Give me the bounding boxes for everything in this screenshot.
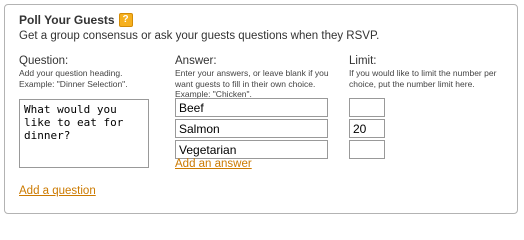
- answer-input-3[interactable]: [175, 140, 328, 159]
- limit-input-2[interactable]: [349, 119, 385, 138]
- answer-help-line-1: Enter your answers, or leave blank if yo…: [175, 68, 329, 78]
- poll-subtitle: Get a group consensus or ask your guests…: [19, 30, 380, 42]
- limit-help-line-1: If you would like to limit the number pe…: [349, 68, 497, 78]
- answer-help-line-2: want guests to fill in their own choice.: [175, 78, 316, 89]
- answer-help-text: Enter your answers, or leave blank if yo…: [175, 68, 329, 100]
- poll-title: Poll Your Guests: [19, 13, 115, 27]
- question-help-line-2: Example: "Dinner Selection".: [19, 78, 128, 89]
- add-question-link[interactable]: Add a question: [19, 185, 96, 197]
- question-textarea[interactable]: [19, 99, 149, 168]
- limit-input-3[interactable]: [349, 140, 385, 159]
- answer-input-1[interactable]: [175, 98, 328, 117]
- poll-panel: Poll Your Guests ? Get a group consensus…: [4, 4, 518, 214]
- question-help-text: Add your question heading. Example: "Din…: [19, 68, 128, 89]
- title-row: Poll Your Guests ?: [19, 12, 133, 28]
- limit-input-1[interactable]: [349, 98, 385, 117]
- answer-column-label: Answer:: [175, 55, 217, 67]
- limit-help-line-2: choice, put the number limit here.: [349, 78, 475, 89]
- limit-column-label: Limit:: [349, 55, 377, 67]
- limit-help-text: If you would like to limit the number pe…: [349, 68, 496, 89]
- help-icon[interactable]: ?: [118, 13, 133, 27]
- question-help-line-1: Add your question heading.: [19, 68, 123, 78]
- question-column-label: Question:: [19, 55, 69, 67]
- add-answer-link[interactable]: Add an answer: [175, 158, 252, 170]
- answer-input-2[interactable]: [175, 119, 328, 138]
